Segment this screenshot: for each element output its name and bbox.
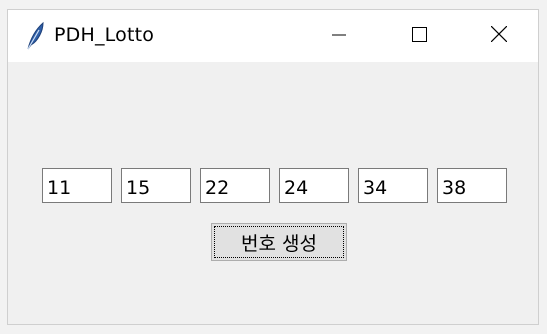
- app-window: PDH_Lotto 번호 생성: [7, 9, 539, 325]
- main-content: 번호 생성: [8, 62, 538, 324]
- minimize-icon: [332, 27, 346, 46]
- generate-numbers-button[interactable]: 번호 생성: [211, 223, 347, 261]
- maximize-button[interactable]: [380, 10, 458, 62]
- number-entry-1[interactable]: [42, 168, 112, 203]
- number-entry-2[interactable]: [121, 168, 191, 203]
- number-entry-4[interactable]: [279, 168, 349, 203]
- number-entry-3[interactable]: [200, 168, 270, 203]
- title-bar[interactable]: PDH_Lotto: [8, 10, 538, 62]
- window-title: PDH_Lotto: [54, 24, 155, 46]
- minimize-button[interactable]: [300, 10, 378, 62]
- maximize-icon: [411, 26, 427, 46]
- feather-icon: [24, 21, 46, 51]
- number-entry-6[interactable]: [437, 168, 507, 203]
- number-entry-5[interactable]: [358, 168, 428, 203]
- generate-button-label: 번호 생성: [241, 232, 317, 255]
- close-icon: [490, 25, 508, 46]
- close-button[interactable]: [460, 10, 538, 62]
